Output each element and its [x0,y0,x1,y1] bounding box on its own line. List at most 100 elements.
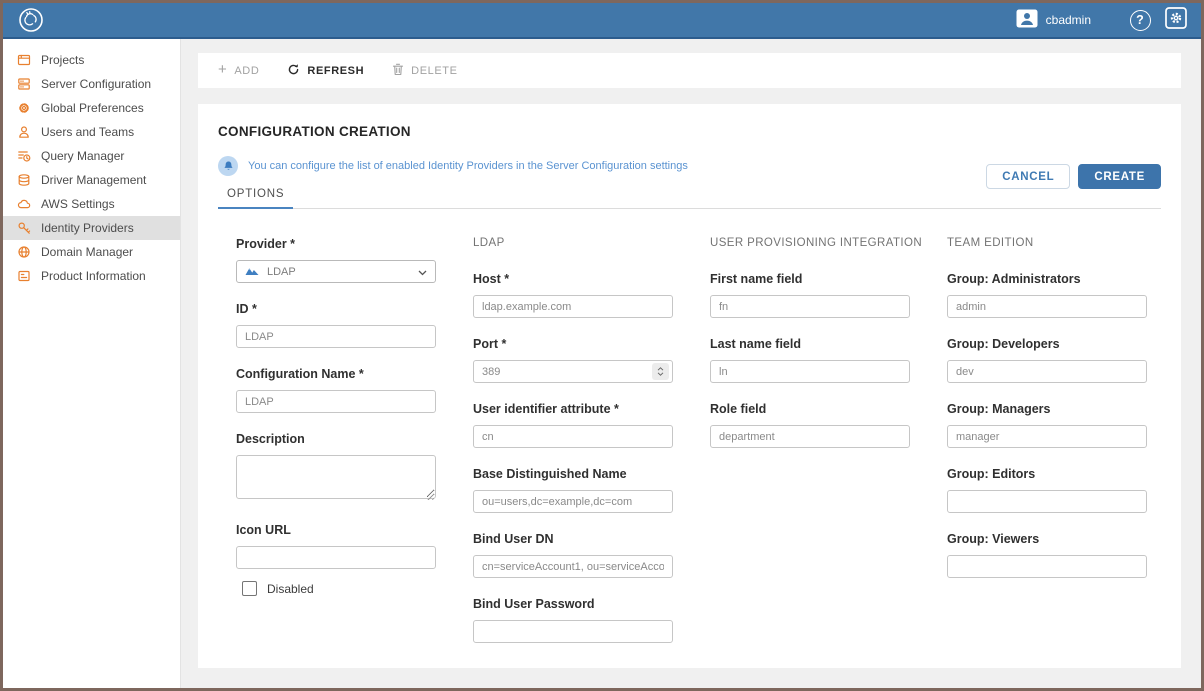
main-area: + ADD REFRESH DELETE CONFIGURATI [181,39,1201,688]
general-column: Provider * LDAP [236,237,436,662]
sidebar-item-users-and-teams[interactable]: Users and Teams [3,120,180,144]
sidebar-item-query-manager[interactable]: Query Manager [3,144,180,168]
help-button[interactable]: ? [1127,7,1153,33]
bind-user-password-label: Bind User Password [473,597,673,611]
user-menu[interactable]: cbadmin [1014,7,1101,33]
group-administrators-input[interactable] [947,295,1147,318]
group-viewers-label: Group: Viewers [947,532,1147,546]
panel-title: CONFIGURATION CREATION [218,124,1161,139]
sidebar: Projects Server Configuration Global Pre… [3,39,181,688]
icon-url-label: Icon URL [236,523,436,537]
configuration-name-input[interactable] [236,390,436,413]
sidebar-item-aws-settings[interactable]: AWS Settings [3,192,180,216]
sidebar-item-identity-providers[interactable]: Identity Providers [3,216,180,240]
icon-url-input[interactable] [236,546,436,569]
options-form: Provider * LDAP [218,237,1161,662]
toolbar: + ADD REFRESH DELETE [198,53,1181,88]
create-button[interactable]: CREATE [1078,164,1161,189]
sidebar-item-product-information[interactable]: Product Information [3,264,180,288]
host-label: Host * [473,272,673,286]
cloud-icon [16,197,31,212]
user-provisioning-section-title: USER PROVISIONING INTEGRATION [710,237,910,251]
disabled-checkbox[interactable] [242,581,257,596]
role-field-input[interactable] [710,425,910,448]
role-field-label: Role field [710,402,910,416]
base-distinguished-name-input[interactable] [473,490,673,513]
group-managers-input[interactable] [947,425,1147,448]
bind-user-dn-label: Bind User DN [473,532,673,546]
user-icon [16,125,31,140]
last-name-field-input[interactable] [710,360,910,383]
chevron-down-icon [418,263,427,281]
provider-label: Provider * [236,237,436,251]
info-message: You can configure the list of enabled Id… [248,160,688,172]
plus-icon: + [218,62,227,77]
settings-button[interactable] [1163,7,1189,33]
gear-icon [1165,7,1187,34]
provider-select[interactable]: LDAP [236,260,436,283]
username: cbadmin [1046,13,1091,27]
group-administrators-label: Group: Administrators [947,272,1147,286]
description-textarea[interactable] [236,455,436,499]
group-developers-label: Group: Developers [947,337,1147,351]
refresh-icon [287,63,300,79]
sidebar-item-driver-management[interactable]: Driver Management [3,168,180,192]
bind-user-dn-input[interactable] [473,555,673,578]
disabled-checkbox-label: Disabled [267,582,314,596]
id-input[interactable] [236,325,436,348]
topbar-actions: cbadmin ? [1014,7,1189,33]
description-label: Description [236,432,436,446]
host-input[interactable] [473,295,673,318]
user-provisioning-column: USER PROVISIONING INTEGRATION First name… [710,237,910,662]
user-identifier-attribute-input[interactable] [473,425,673,448]
sidebar-item-global-preferences[interactable]: Global Preferences [3,96,180,120]
add-button[interactable]: + ADD [218,64,259,77]
ldap-provider-icon [245,263,259,281]
base-distinguished-name-label: Base Distinguished Name [473,467,673,481]
first-name-field-input[interactable] [710,295,910,318]
app-window: cbadmin ? Projects [0,0,1204,691]
bind-user-password-input[interactable] [473,620,673,643]
group-managers-label: Group: Managers [947,402,1147,416]
last-name-field-label: Last name field [710,337,910,351]
tab-options[interactable]: OPTIONS [218,178,293,209]
key-icon [16,221,31,236]
topbar: cbadmin ? [3,3,1201,39]
bell-icon [218,156,238,176]
group-viewers-input[interactable] [947,555,1147,578]
server-icon [16,77,31,92]
provider-selected-value: LDAP [267,266,410,278]
database-icon [16,173,31,188]
group-editors-input[interactable] [947,490,1147,513]
user-avatar-icon [1016,9,1038,31]
trash-icon [392,63,404,79]
panel-actions: CANCEL CREATE [986,164,1161,189]
port-input[interactable] [473,360,673,383]
query-list-icon [16,149,31,164]
ldap-column: LDAP Host * Port * [473,237,673,662]
configuration-creation-panel: CONFIGURATION CREATION You can configure… [198,104,1181,668]
cancel-button[interactable]: CANCEL [986,164,1070,189]
port-label: Port * [473,337,673,351]
ldap-section-title: LDAP [473,237,673,251]
help-icon: ? [1130,10,1151,31]
id-label: ID * [236,302,436,316]
team-edition-section-title: TEAM EDITION [947,237,1147,251]
delete-button[interactable]: DELETE [392,63,457,79]
sidebar-item-server-configuration[interactable]: Server Configuration [3,72,180,96]
configuration-name-label: Configuration Name * [236,367,436,381]
refresh-button[interactable]: REFRESH [287,63,364,79]
number-stepper[interactable] [652,363,669,380]
group-editors-label: Group: Editors [947,467,1147,481]
disabled-checkbox-row[interactable]: Disabled [236,581,436,596]
sidebar-item-domain-manager[interactable]: Domain Manager [3,240,180,264]
globe-icon [16,245,31,260]
team-edition-column: TEAM EDITION Group: Administrators Group… [947,237,1147,662]
projects-icon [16,53,31,68]
cloudbeaver-logo-icon[interactable] [17,6,45,34]
gear-icon [16,101,31,116]
sidebar-item-projects[interactable]: Projects [3,48,180,72]
first-name-field-label: First name field [710,272,910,286]
user-identifier-attribute-label: User identifier attribute * [473,402,673,416]
group-developers-input[interactable] [947,360,1147,383]
